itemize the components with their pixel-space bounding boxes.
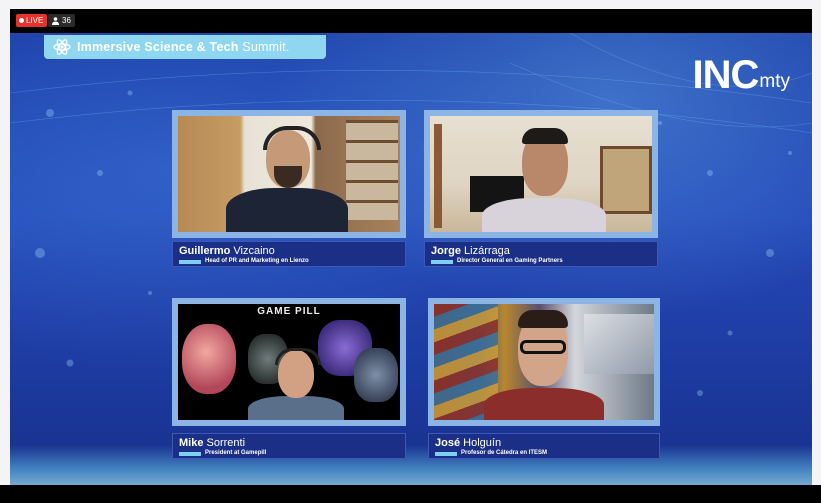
logo-main: INC xyxy=(692,53,760,97)
participant-name: Mike Sorrenti xyxy=(179,437,245,449)
live-label: LIVE xyxy=(26,16,44,25)
video-scene xyxy=(178,116,400,232)
bottom-black-bar xyxy=(0,485,821,503)
summit-title-bold: Immersive Science & Tech xyxy=(77,40,239,54)
bottom-wave xyxy=(10,445,812,485)
live-dot-icon xyxy=(19,18,24,23)
participant-video xyxy=(428,298,660,426)
accent-bar xyxy=(435,452,457,456)
participant-tile-jose[interactable]: José Holguín Profesor de Cátedra en ITES… xyxy=(428,298,660,459)
participant-title: Head of PR and Marketing en Lienzo xyxy=(205,258,309,264)
participant-nameplate: Jorge Lizárraga Director General en Gami… xyxy=(424,241,658,267)
summit-banner: Immersive Science & Tech Summit. xyxy=(44,35,326,59)
stream-topbar: LIVE 36 xyxy=(10,9,812,33)
participant-nameplate: Guillermo Vizcaino Head of PR and Market… xyxy=(172,241,406,267)
participant-title: President at Gamepill xyxy=(205,450,267,456)
participant-nameplate: Mike Sorrenti President at Gamepill xyxy=(172,433,406,459)
incmty-logo: INC mty xyxy=(692,53,791,97)
participant-video xyxy=(424,110,658,238)
video-scene xyxy=(434,304,654,420)
summit-title: Immersive Science & Tech Summit. xyxy=(77,40,290,54)
participant-tile-guillermo[interactable]: Guillermo Vizcaino Head of PR and Market… xyxy=(172,110,406,267)
first-name: José xyxy=(435,437,461,449)
person-icon xyxy=(52,16,59,25)
first-name: Jorge xyxy=(431,245,461,257)
last-name: Vizcaino xyxy=(233,245,275,257)
logo-suffix: mty xyxy=(759,71,790,92)
participant-title: Director General en Gaming Partners xyxy=(457,258,563,264)
video-scene: GAME PILL xyxy=(178,304,400,420)
participant-title: Profesor de Cátedra en ITESM xyxy=(461,450,548,456)
accent-bar xyxy=(431,260,453,264)
participant-video: GAME PILL xyxy=(172,298,406,426)
background-particles xyxy=(10,33,812,396)
participant-tile-mike[interactable]: GAME PILL Mike Sorrenti President at Gam… xyxy=(172,298,406,459)
participant-name: Guillermo Vizcaino xyxy=(179,245,275,257)
atom-icon xyxy=(53,39,71,55)
viewer-count: 36 xyxy=(62,16,71,25)
first-name: Guillermo xyxy=(179,245,231,257)
viewer-count-badge: 36 xyxy=(48,14,75,27)
participant-video xyxy=(172,110,406,238)
last-name: Lizárraga xyxy=(464,245,510,257)
accent-bar xyxy=(179,452,201,456)
live-badge: LIVE xyxy=(16,14,48,27)
summit-title-thin: Summit. xyxy=(242,40,290,54)
last-name: Holguín xyxy=(463,437,502,449)
accent-bar xyxy=(179,260,201,264)
participant-nameplate: José Holguín Profesor de Cátedra en ITES… xyxy=(428,433,660,459)
last-name: Sorrenti xyxy=(206,437,246,449)
broadcast-stage: Immersive Science & Tech Summit. INC mty xyxy=(10,33,812,485)
participant-name: José Holguín xyxy=(435,437,501,449)
participant-name: Jorge Lizárraga xyxy=(431,245,510,257)
video-scene xyxy=(430,116,652,232)
first-name: Mike xyxy=(179,437,204,449)
stream-frame: LIVE 36 Immersive Science & Tech Summit.… xyxy=(10,9,812,485)
participant-tile-jorge[interactable]: Jorge Lizárraga Director General en Gami… xyxy=(424,110,658,267)
video-overlay-text: GAME PILL xyxy=(257,306,321,317)
